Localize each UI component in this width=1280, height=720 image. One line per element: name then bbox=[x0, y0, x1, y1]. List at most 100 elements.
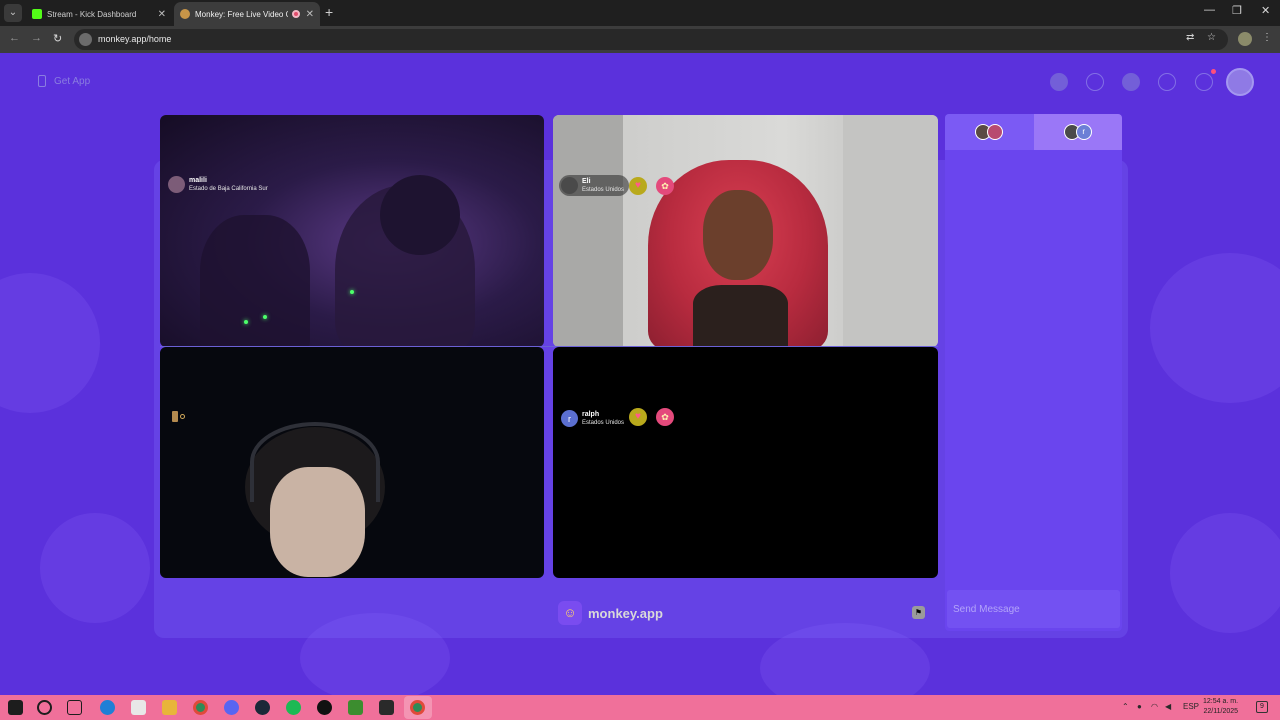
get-app-label: Get App bbox=[54, 75, 91, 87]
user-chip-eli[interactable]: Eli Estados Unidos bbox=[559, 175, 630, 196]
video-tile-self bbox=[160, 347, 544, 578]
wall-corner bbox=[843, 115, 938, 347]
avatar bbox=[987, 124, 1004, 140]
coins-icon[interactable] bbox=[1122, 73, 1140, 91]
clock-date: 22/11/2025 bbox=[1203, 708, 1239, 715]
translate-icon[interactable]: ⇄ bbox=[1186, 32, 1194, 43]
minecraft-icon[interactable] bbox=[348, 700, 363, 715]
microphone-icon[interactable]: ● bbox=[1137, 702, 1142, 711]
chat-panel: r bbox=[945, 114, 1122, 631]
avatar: r bbox=[561, 410, 578, 427]
recording-icon bbox=[291, 10, 300, 18]
back-icon[interactable]: ← bbox=[9, 32, 20, 44]
user-location: Estado de Baja California Sur bbox=[189, 185, 268, 192]
forward-icon[interactable]: → bbox=[31, 32, 42, 44]
menu-dots-icon[interactable]: ⋮ bbox=[1262, 32, 1272, 43]
heart-icon[interactable]: ♥ bbox=[629, 177, 647, 195]
chevron-up-icon[interactable]: ⌃ bbox=[1122, 702, 1129, 711]
user-location: Estados Unidos bbox=[582, 419, 625, 426]
history-icon[interactable] bbox=[1158, 73, 1176, 91]
shop-icon[interactable] bbox=[1050, 73, 1068, 91]
notification-center-icon[interactable]: 9 bbox=[1256, 701, 1268, 713]
chat-tabs: r bbox=[945, 114, 1122, 150]
username: Eli bbox=[582, 177, 591, 185]
new-tab-button[interactable]: + bbox=[325, 4, 333, 20]
username: malili bbox=[189, 176, 207, 184]
monkey-watermark: ☺ monkey.app bbox=[558, 601, 663, 625]
background-pattern bbox=[1150, 253, 1280, 403]
person-silhouette bbox=[200, 215, 310, 347]
phone-icon bbox=[38, 75, 46, 87]
shirt bbox=[693, 285, 788, 347]
my-profile-avatar[interactable] bbox=[1226, 68, 1254, 96]
edge-icon[interactable] bbox=[100, 700, 115, 715]
headphones bbox=[250, 422, 380, 502]
notification-dot bbox=[1211, 69, 1216, 74]
avatar bbox=[561, 177, 578, 194]
tile-divider bbox=[160, 346, 938, 347]
system-clock[interactable]: 12:54 a. m. 22/11/2025 bbox=[1203, 697, 1238, 717]
site-info-icon[interactable] bbox=[79, 33, 92, 46]
gift-icon[interactable]: ✿ bbox=[656, 177, 674, 195]
search-icon[interactable] bbox=[1086, 73, 1104, 91]
chat-tab-group-2[interactable]: r bbox=[1033, 114, 1122, 150]
steam-icon[interactable] bbox=[255, 700, 270, 715]
wifi-icon[interactable]: ◠ bbox=[1151, 702, 1158, 711]
maximize-icon[interactable]: ❐ bbox=[1232, 4, 1242, 17]
bookmark-star-icon[interactable]: ☆ bbox=[1207, 32, 1216, 43]
background-pattern bbox=[40, 513, 150, 623]
chrome-icon[interactable] bbox=[193, 700, 208, 715]
get-app-button[interactable]: Get App bbox=[38, 75, 90, 87]
user-location: Estados Unidos bbox=[582, 186, 625, 193]
epic-games-icon[interactable] bbox=[379, 700, 394, 715]
chrome-icon[interactable] bbox=[410, 700, 425, 715]
close-icon[interactable]: ✕ bbox=[306, 9, 314, 20]
window-close-icon[interactable]: ✕ bbox=[1261, 4, 1270, 17]
address-bar: ← → ↻ monkey.app/home ⇄ ☆ ⋮ bbox=[0, 26, 1280, 53]
tab-monkey[interactable]: Monkey: Free Live Video Chat ✕ bbox=[174, 2, 320, 26]
close-icon[interactable]: ✕ bbox=[158, 9, 166, 20]
monkey-favicon-icon bbox=[180, 9, 190, 19]
discord-icon[interactable] bbox=[224, 700, 239, 715]
username: ralph bbox=[582, 410, 600, 418]
url-text: monkey.app/home bbox=[98, 34, 172, 44]
user-chip-malili[interactable]: malili Estado de Baja California Sur bbox=[166, 174, 273, 195]
monkey-logo-icon: ☺ bbox=[558, 601, 582, 625]
reload-icon[interactable]: ↻ bbox=[53, 32, 62, 45]
background-pattern bbox=[0, 273, 100, 413]
background-pattern bbox=[1170, 513, 1280, 633]
messages-icon[interactable] bbox=[1195, 73, 1213, 91]
task-view-icon[interactable] bbox=[67, 700, 82, 715]
tab-title: Monkey: Free Live Video Chat bbox=[195, 9, 288, 19]
chat-tab-group-1[interactable] bbox=[945, 114, 1034, 150]
video-tile-ralph bbox=[553, 347, 938, 578]
tab-search-icon[interactable]: ⌄ bbox=[4, 4, 22, 22]
kick-favicon-icon bbox=[32, 9, 42, 19]
tab-kick-dashboard[interactable]: Stream - Kick Dashboard ✕ bbox=[26, 2, 172, 26]
windows-start-icon[interactable] bbox=[8, 700, 23, 715]
report-icon[interactable]: ⚑ bbox=[912, 606, 925, 619]
search-icon[interactable] bbox=[37, 700, 52, 715]
volume-icon[interactable]: ◀ bbox=[1165, 702, 1171, 711]
gift-icon[interactable]: ✿ bbox=[656, 408, 674, 426]
file-explorer-icon[interactable] bbox=[162, 700, 177, 715]
obs-icon[interactable] bbox=[317, 700, 332, 715]
browser-tab-bar: ⌄ Stream - Kick Dashboard ✕ Monkey: Free… bbox=[0, 0, 1280, 26]
tab-title: Stream - Kick Dashboard bbox=[47, 9, 137, 19]
spotify-icon[interactable] bbox=[286, 700, 301, 715]
camera-indicator-icon bbox=[180, 414, 185, 419]
heart-icon[interactable]: ♥ bbox=[629, 408, 647, 426]
profile-avatar[interactable] bbox=[1238, 32, 1252, 46]
person-head bbox=[380, 175, 460, 255]
url-field[interactable]: monkey.app/home bbox=[74, 29, 1228, 50]
face bbox=[703, 190, 773, 280]
user-chip-ralph[interactable]: r ralph Estados Unidos bbox=[559, 408, 629, 429]
minimize-icon[interactable]: — bbox=[1204, 4, 1215, 16]
store-icon[interactable] bbox=[131, 700, 146, 715]
brand-name: monkey.app bbox=[588, 605, 663, 621]
send-message-input[interactable] bbox=[947, 590, 1120, 628]
video-tile-eli bbox=[553, 115, 938, 347]
video-tile-malili bbox=[160, 115, 544, 347]
language-indicator[interactable]: ESP bbox=[1183, 702, 1199, 711]
windows-taskbar: ⌃ ● ◠ ◀ ESP 12:54 a. m. 22/11/2025 9 bbox=[0, 695, 1280, 720]
